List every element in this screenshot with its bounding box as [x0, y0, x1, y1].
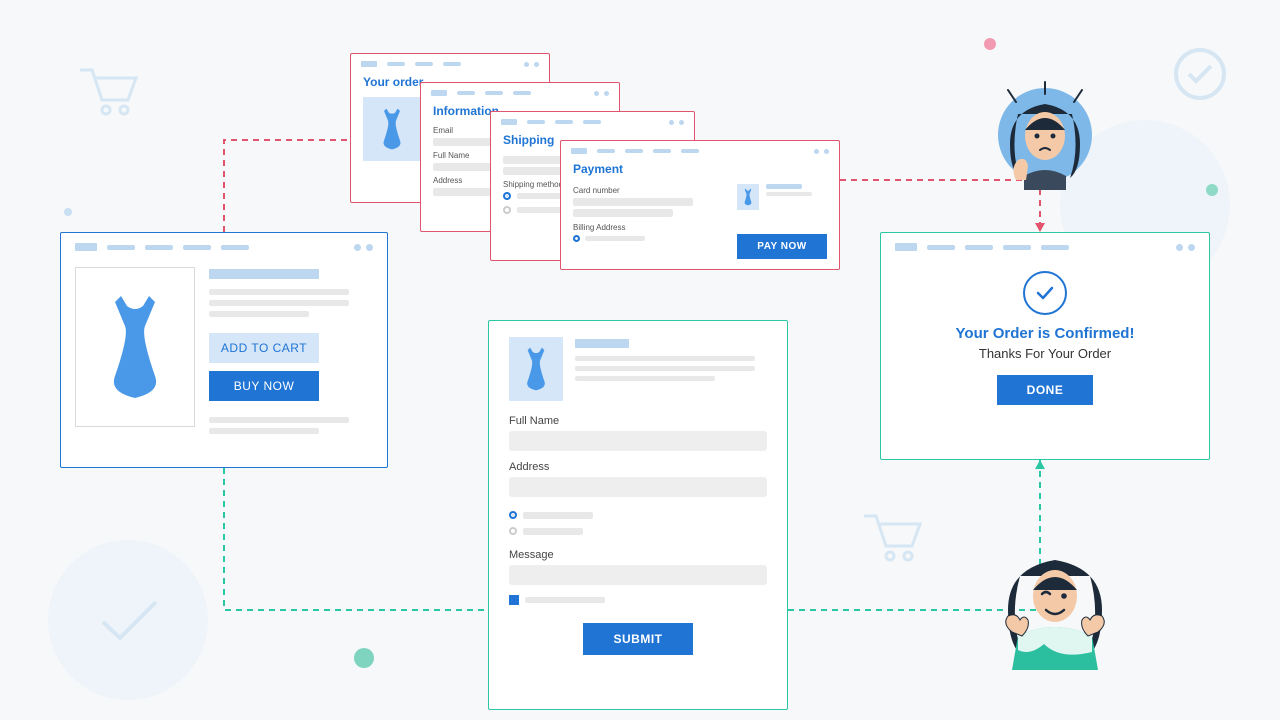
check-circle-icon: [1023, 271, 1067, 315]
product-title-skel: [209, 269, 319, 279]
label-address: Address: [509, 461, 767, 473]
skel-line: [209, 289, 349, 295]
product-thumb-mini: [737, 184, 759, 210]
address-input[interactable]: [509, 477, 767, 497]
radio-off[interactable]: [509, 527, 517, 535]
submit-button[interactable]: SUBMIT: [583, 623, 693, 655]
nav-item: [145, 245, 173, 250]
skel-line: [209, 417, 349, 423]
confirm-subtitle: Thanks For Your Order: [881, 346, 1209, 361]
skel-line: [209, 311, 309, 317]
product-panel: ADD TO CART BUY NOW: [60, 232, 388, 468]
label-card: Card number: [573, 184, 727, 195]
label-fullname: Full Name: [509, 415, 767, 427]
product-thumb: [363, 97, 421, 161]
skel-line: [209, 428, 319, 434]
add-to-cart-button[interactable]: ADD TO CART: [209, 333, 319, 363]
input-skel: [573, 209, 673, 217]
checkout-form-panel: Full Name Address Message SUBMIT: [488, 320, 788, 710]
nav-item: [221, 245, 249, 250]
confirm-panel: Your Order is Confirmed! Thanks For Your…: [880, 232, 1210, 460]
input-skel: [573, 198, 693, 206]
label-billing: Billing Address: [573, 221, 727, 232]
checkbox[interactable]: [509, 595, 519, 605]
step-payment-panel: Payment Card number Billing Address PAY …: [560, 140, 840, 270]
persona-happy: [990, 540, 1120, 670]
label-message: Message: [509, 549, 767, 561]
message-input[interactable]: [509, 565, 767, 585]
confirm-title: Your Order is Confirmed!: [881, 325, 1209, 342]
nav-item: [183, 245, 211, 250]
buy-now-button[interactable]: BUY NOW: [209, 371, 319, 401]
logo-block: [75, 243, 97, 251]
product-thumb: [509, 337, 563, 401]
product-title-skel: [575, 339, 629, 348]
window-dot: [366, 244, 373, 251]
pay-now-button[interactable]: PAY NOW: [737, 234, 827, 259]
radio-on[interactable]: [509, 511, 517, 519]
radio-off: [503, 206, 511, 214]
done-button[interactable]: DONE: [997, 375, 1093, 405]
window-dot: [354, 244, 361, 251]
product-panel-header: [61, 233, 387, 257]
fullname-input[interactable]: [509, 431, 767, 451]
radio-on: [573, 235, 580, 242]
product-image: [75, 267, 195, 427]
dress-icon: [95, 292, 175, 402]
nav-item: [107, 245, 135, 250]
skel-line: [209, 300, 349, 306]
radio-on: [503, 192, 511, 200]
step-title: Payment: [561, 158, 839, 182]
persona-frustrated: [990, 80, 1100, 190]
